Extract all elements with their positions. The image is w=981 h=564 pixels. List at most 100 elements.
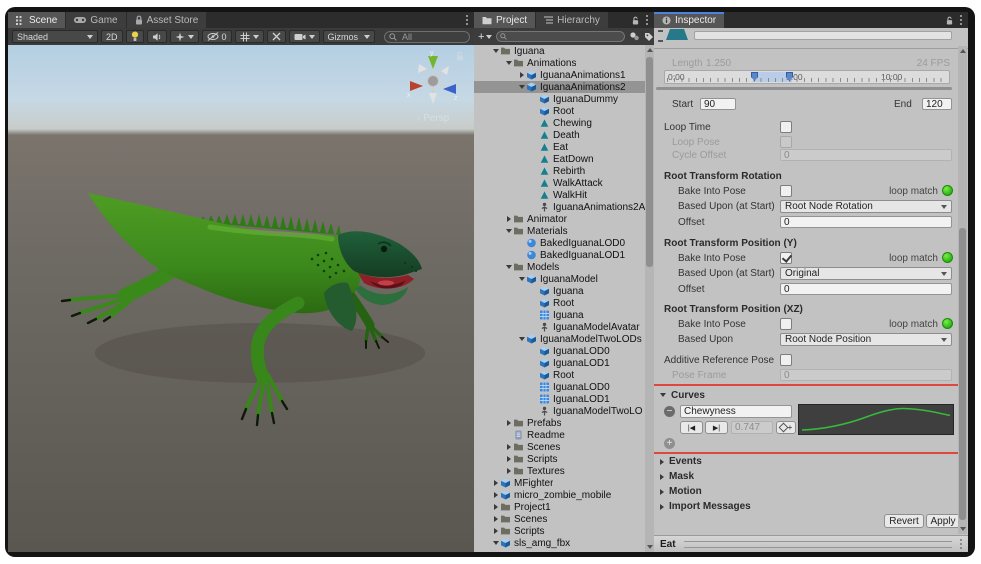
tree-expander-icon[interactable]: [517, 72, 526, 78]
project-tree-item[interactable]: IguanaLOD1: [474, 357, 645, 369]
project-tree-item[interactable]: Project1: [474, 501, 645, 513]
camera-settings-button[interactable]: [289, 30, 320, 43]
project-tree-item[interactable]: IguanaModelTwoLODs: [474, 333, 645, 345]
inspector-scrollbar[interactable]: [958, 46, 967, 534]
project-tree-item[interactable]: Iguana: [474, 45, 645, 57]
project-tree-item[interactable]: Scripts: [474, 525, 645, 537]
project-tree-item[interactable]: Readme: [474, 429, 645, 441]
project-tree-item[interactable]: IguanaModelAvatar: [474, 321, 645, 333]
tool-settings-button[interactable]: [267, 30, 286, 43]
tree-expander-icon[interactable]: [504, 420, 513, 426]
start-input[interactable]: [700, 98, 736, 110]
clip-range-track[interactable]: [656, 87, 952, 90]
curve-preview[interactable]: [798, 404, 954, 435]
tree-expander-icon[interactable]: [504, 468, 513, 474]
project-tree-item[interactable]: WalkHit: [474, 189, 645, 201]
project-tree-item[interactable]: IguanaAnimations2: [474, 81, 645, 93]
bake-position-y-checkbox[interactable]: [780, 252, 792, 264]
project-tree-item[interactable]: MFighter: [474, 477, 645, 489]
project-tree-item[interactable]: IguanaModelTwoLO: [474, 405, 645, 417]
tree-expander-icon[interactable]: [491, 480, 500, 486]
project-tree-item[interactable]: sls_amg_fbx: [474, 537, 645, 549]
project-tree-item[interactable]: micro_zombie_mobile: [474, 489, 645, 501]
position-xz-based-upon-dropdown[interactable]: Root Node Position: [780, 333, 952, 346]
grid-settings-button[interactable]: [235, 30, 264, 43]
2d-toggle-button[interactable]: 2D: [101, 30, 123, 43]
panel-lock-icon[interactable]: [946, 16, 953, 25]
additive-reference-pose-checkbox[interactable]: [780, 354, 792, 366]
project-tree-item[interactable]: Animations: [474, 57, 645, 69]
add-key-button[interactable]: +: [776, 421, 796, 434]
tree-expander-icon[interactable]: [491, 504, 500, 510]
project-tree-item[interactable]: IguanaLOD1: [474, 393, 645, 405]
project-tree-item[interactable]: IguanaDummy: [474, 93, 645, 105]
project-menu-kebab-icon[interactable]: [646, 19, 648, 21]
project-tree-item[interactable]: Textures: [474, 465, 645, 477]
tree-expander-icon[interactable]: [504, 61, 513, 65]
remove-curve-button[interactable]: −: [664, 406, 675, 417]
project-tree-item[interactable]: Iguana: [474, 285, 645, 297]
tree-expander-icon[interactable]: [491, 492, 500, 498]
rotation-offset-input[interactable]: [780, 216, 952, 228]
scene-orientation-gizmo[interactable]: y x z: [406, 50, 460, 108]
project-tree-item[interactable]: BakedIguanaLOD0: [474, 237, 645, 249]
preview-menu-kebab-icon[interactable]: [960, 543, 962, 545]
project-tree-item[interactable]: IguanaLOD0: [474, 345, 645, 357]
tree-expander-icon[interactable]: [491, 516, 500, 522]
tree-expander-icon[interactable]: [504, 444, 513, 450]
project-tree-item[interactable]: IguanaLOD0: [474, 381, 645, 393]
prev-key-button[interactable]: |◀: [680, 421, 703, 434]
tab-hierarchy[interactable]: Hierarchy: [536, 12, 608, 28]
gizmos-dropdown[interactable]: Gizmos: [323, 30, 375, 43]
collab-filter-icon[interactable]: [629, 31, 640, 42]
scene-search-field[interactable]: [384, 31, 470, 43]
project-tree-item[interactable]: Rebirth: [474, 165, 645, 177]
position-y-offset-input[interactable]: [780, 283, 952, 295]
tree-expander-icon[interactable]: [517, 277, 526, 281]
project-tree-item[interactable]: IguanaAnimations2A: [474, 201, 645, 213]
tab-inspector[interactable]: Inspector: [654, 12, 724, 28]
panel-lock-icon[interactable]: [632, 16, 639, 25]
tab-scene[interactable]: Scene: [8, 12, 65, 28]
project-tree-item[interactable]: Root: [474, 297, 645, 309]
project-tree-item[interactable]: WalkAttack: [474, 177, 645, 189]
tree-expander-icon[interactable]: [504, 216, 513, 222]
tree-expander-icon[interactable]: [491, 528, 500, 534]
tree-expander-icon[interactable]: [504, 456, 513, 462]
project-tree-item[interactable]: IguanaAnimations1: [474, 69, 645, 81]
revert-button[interactable]: Revert: [884, 514, 924, 528]
rotation-based-upon-dropdown[interactable]: Root Node Rotation: [780, 200, 952, 213]
project-tree-item[interactable]: IguanaModel: [474, 273, 645, 285]
project-tree-item[interactable]: Animator: [474, 213, 645, 225]
foldout-events[interactable]: Events: [654, 454, 968, 469]
end-input[interactable]: [922, 98, 952, 110]
tab-game[interactable]: Game: [66, 12, 125, 28]
project-tree-item[interactable]: Materials: [474, 225, 645, 237]
project-tree-item[interactable]: Scenes: [474, 441, 645, 453]
tab-asset-store[interactable]: Asset Store: [127, 12, 207, 28]
tab-project[interactable]: Project: [474, 12, 535, 28]
project-tree-item[interactable]: Root: [474, 369, 645, 381]
tree-expander-icon[interactable]: [517, 337, 526, 341]
iguana-model[interactable]: [60, 185, 460, 455]
tree-expander-icon[interactable]: [491, 49, 500, 53]
project-tree-item[interactable]: Iguana: [474, 309, 645, 321]
clip-name-field[interactable]: [694, 31, 952, 40]
create-asset-button[interactable]: +: [478, 31, 492, 43]
curve-name-input[interactable]: [680, 405, 792, 418]
label-filter-icon[interactable]: [644, 32, 654, 42]
projection-mode-label[interactable]: ‹ Persp: [417, 113, 449, 124]
project-search-field[interactable]: [496, 31, 625, 42]
tree-expander-icon[interactable]: [504, 265, 513, 269]
project-tree-item[interactable]: Scenes: [474, 513, 645, 525]
foldout-motion[interactable]: Motion: [654, 484, 968, 499]
add-curve-button[interactable]: +: [664, 438, 675, 449]
project-tree-item[interactable]: Death: [474, 129, 645, 141]
scene-menu-kebab-icon[interactable]: [466, 19, 468, 21]
project-tree-item[interactable]: BakedIguanaLOD1: [474, 249, 645, 261]
clip-range-ruler[interactable]: 0:00 5:00 10:00: [664, 70, 950, 84]
audio-toggle-button[interactable]: [147, 30, 167, 43]
bake-position-xz-checkbox[interactable]: [780, 318, 792, 330]
project-tree-item[interactable]: Eat: [474, 141, 645, 153]
project-tree-item[interactable]: Chewing: [474, 117, 645, 129]
